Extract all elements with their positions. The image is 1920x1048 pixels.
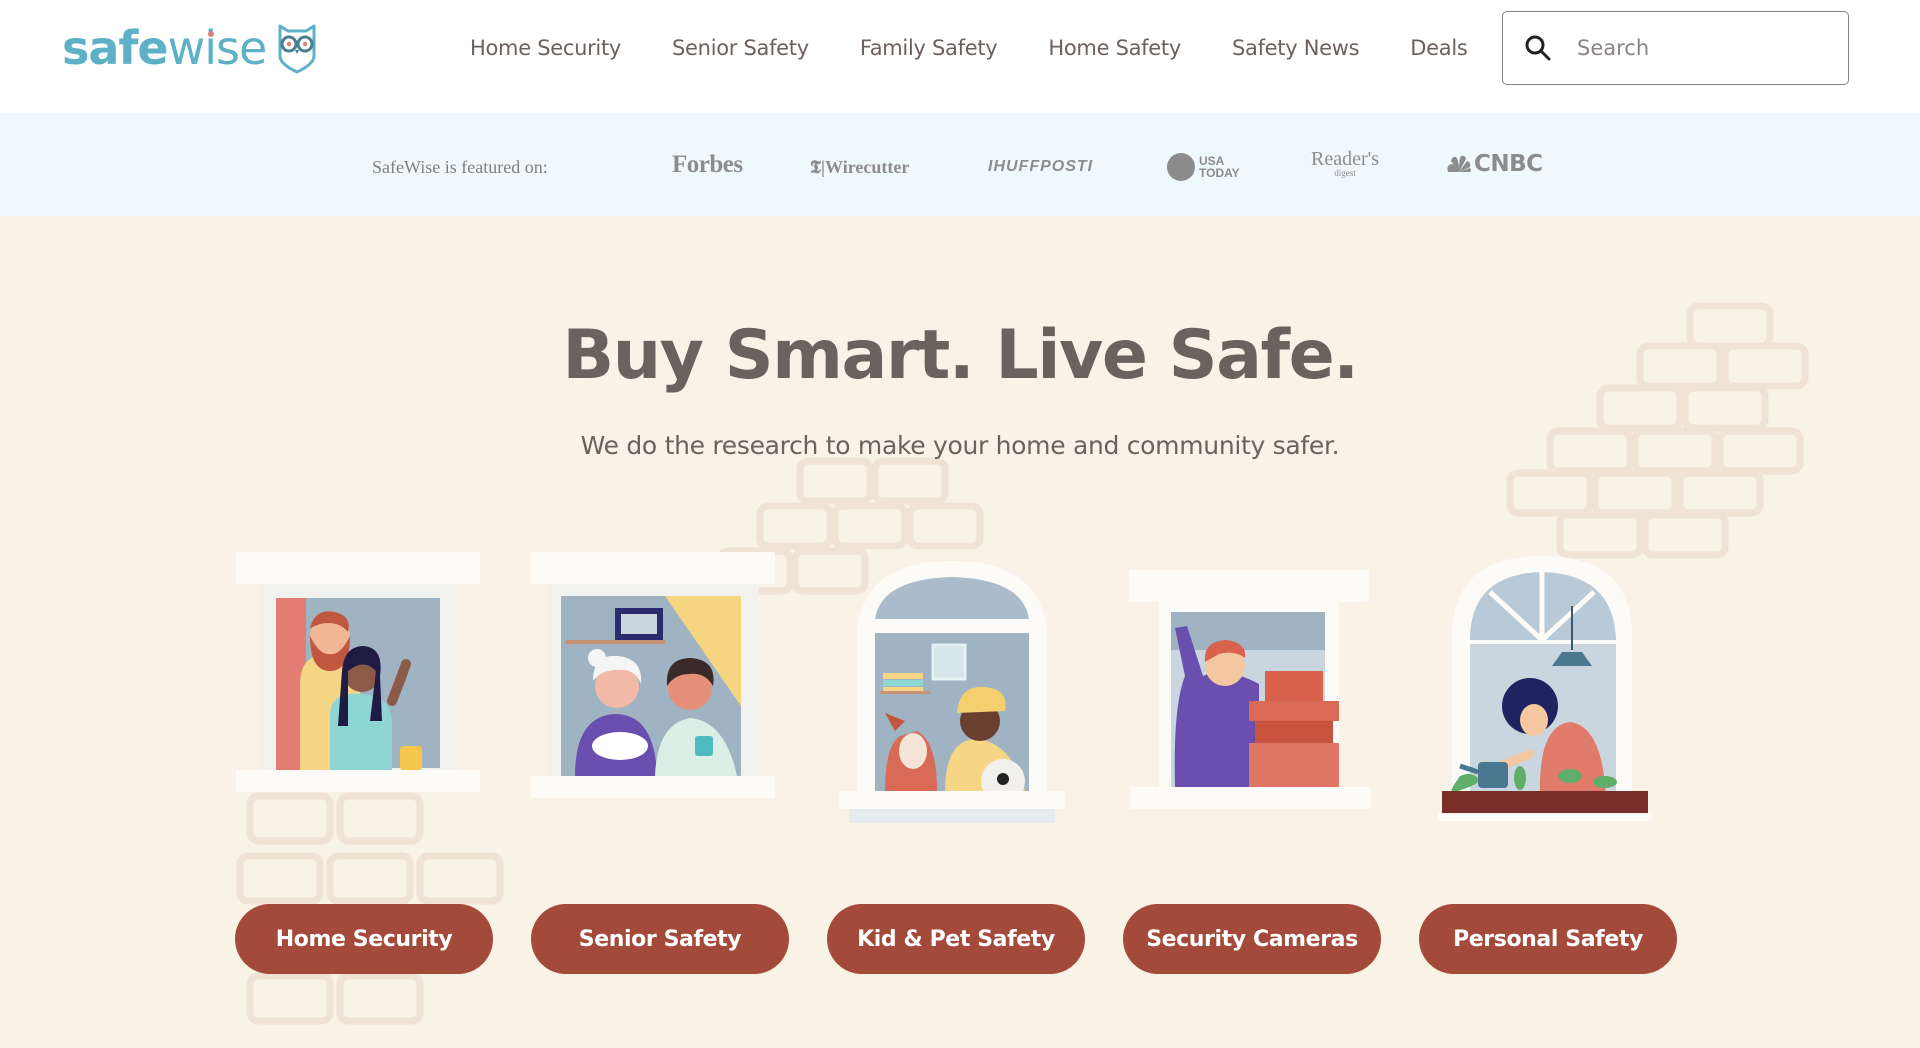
hero-title: Buy Smart. Live Safe. bbox=[562, 316, 1359, 395]
nav-senior-safety[interactable]: Senior Safety bbox=[672, 36, 809, 60]
logo-wordmark-light: wise bbox=[167, 21, 268, 75]
featured-label: SafeWise is featured on: bbox=[372, 157, 548, 177]
woman-watering-plants-window-illustration[interactable] bbox=[1420, 536, 1675, 836]
logo-dot bbox=[208, 31, 214, 37]
safewise-logo[interactable]: safewise bbox=[62, 20, 318, 76]
senior-with-cat-window-illustration[interactable] bbox=[525, 546, 785, 816]
featured-on-band: SafeWise is featured on: Forbes 𝕿|Wirecu… bbox=[0, 113, 1920, 216]
nav-deals[interactable]: Deals bbox=[1410, 36, 1468, 60]
category-security-cameras-button[interactable]: Security Cameras bbox=[1123, 904, 1381, 974]
category-kid-pet-safety-button[interactable]: Kid & Pet Safety bbox=[827, 904, 1085, 974]
man-with-boxes-window-illustration[interactable] bbox=[1125, 546, 1375, 811]
search-input[interactable] bbox=[1577, 36, 1827, 60]
search-box[interactable] bbox=[1502, 11, 1849, 85]
readers-digest-line1: Reader's bbox=[1311, 148, 1380, 170]
category-senior-safety-button[interactable]: Senior Safety bbox=[531, 904, 789, 974]
nav-home-safety[interactable]: Home Safety bbox=[1048, 36, 1181, 60]
usa-today-text: USA TODAY bbox=[1199, 155, 1240, 179]
hero-section: Buy Smart. Live Safe. We do the research… bbox=[0, 216, 1920, 1048]
nyt-glyph: 𝕿| bbox=[810, 157, 826, 177]
cnbc-text: CNBC bbox=[1474, 151, 1543, 177]
usa-today-logo: USA TODAY bbox=[1167, 153, 1240, 181]
nbc-peacock-icon bbox=[1447, 155, 1471, 172]
category-home-security-button[interactable]: Home Security bbox=[235, 904, 493, 974]
hero-subtitle: We do the research to make your home and… bbox=[580, 431, 1340, 460]
readers-digest-line2: digest bbox=[1334, 168, 1356, 178]
wirecutter-logo: 𝕿|Wirecutter bbox=[810, 157, 909, 178]
cnbc-logo: CNBC bbox=[1446, 151, 1543, 177]
nav-family-safety[interactable]: Family Safety bbox=[860, 36, 998, 60]
wirecutter-text: Wirecutter bbox=[825, 157, 910, 177]
readers-digest-logo: Reader's digest bbox=[1311, 149, 1379, 178]
huffpost-logo: IHUFFPOSTI bbox=[988, 158, 1094, 175]
logo-wordmark-bold: safe bbox=[62, 21, 169, 75]
owl-icon bbox=[278, 24, 316, 74]
site-header: safewise Home Security Senior Safety Fam… bbox=[0, 0, 1920, 113]
nav-home-security[interactable]: Home Security bbox=[470, 36, 621, 60]
usa-today-dot-icon bbox=[1167, 153, 1195, 181]
search-icon[interactable] bbox=[1523, 33, 1553, 63]
kid-with-dog-window-illustration[interactable] bbox=[825, 541, 1080, 831]
usa-today-line2: TODAY bbox=[1199, 166, 1240, 180]
nav-safety-news[interactable]: Safety News bbox=[1232, 36, 1360, 60]
category-personal-safety-button[interactable]: Personal Safety bbox=[1419, 904, 1677, 974]
logo-wordmark: safewise bbox=[62, 25, 267, 71]
couple-waving-window-illustration[interactable] bbox=[230, 546, 490, 806]
main-nav: Home Security Senior Safety Family Safet… bbox=[470, 0, 1468, 95]
forbes-logo: Forbes bbox=[672, 151, 743, 178]
